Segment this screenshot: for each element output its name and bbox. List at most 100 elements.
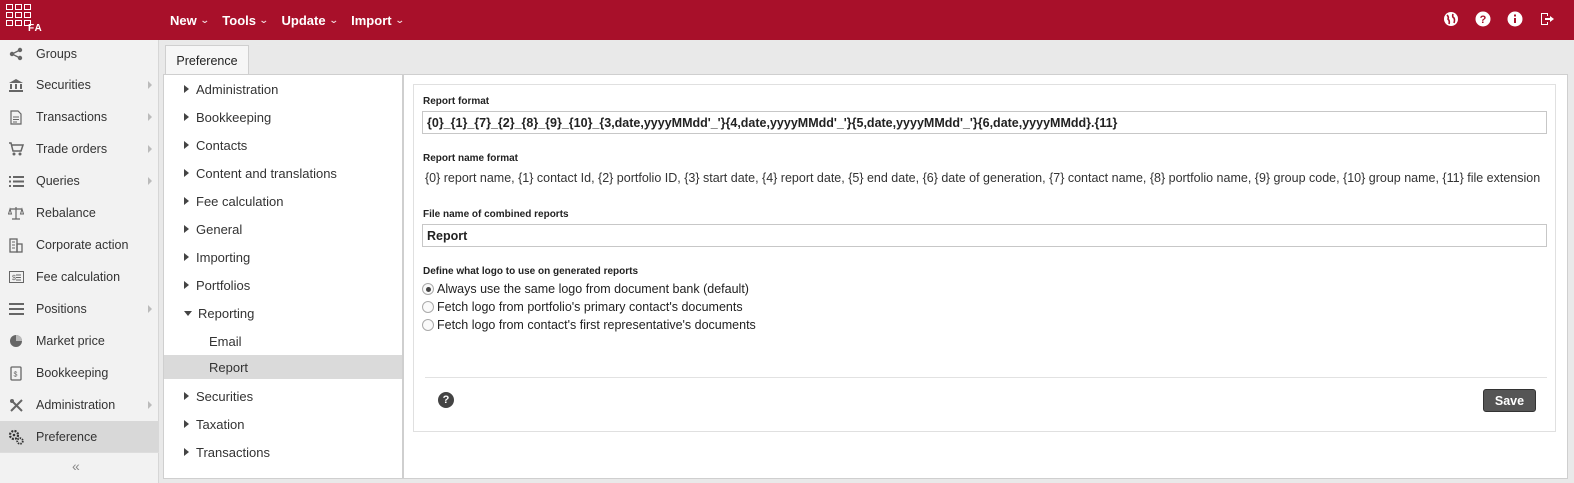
- submenu-arrow-icon: [148, 145, 152, 153]
- expand-arrow-icon: [184, 253, 189, 261]
- expand-arrow-icon: [184, 281, 189, 289]
- top-menu: New ⌄ Tools ⌄ Update ⌄ Import ⌄: [170, 0, 417, 40]
- globe-icon[interactable]: [1442, 10, 1460, 28]
- scale-icon: [8, 205, 24, 221]
- sidebar-item-label: Positions: [36, 302, 87, 316]
- sidebar-item-fee-calculation[interactable]: $ Fee calculation: [0, 261, 159, 293]
- sidebar-item-label: Transactions: [36, 110, 108, 124]
- expand-arrow-icon: [184, 225, 189, 233]
- expand-arrow-icon: [184, 85, 189, 93]
- tree-item-bookkeeping[interactable]: Bookkeeping: [164, 105, 402, 129]
- sidebar-divider: [0, 452, 159, 453]
- share-icon: [8, 46, 24, 62]
- report-settings-panel: Report format {0}_{1}_{7}_{2}_{8}_{9}_{1…: [413, 84, 1556, 432]
- sidebar-item-label: Rebalance: [36, 206, 96, 220]
- sidebar-item-market-price[interactable]: Market price: [0, 325, 159, 357]
- tab-preference[interactable]: Preference: [165, 45, 249, 75]
- tree-item-label: Contacts: [196, 137, 248, 153]
- logout-icon[interactable]: [1538, 10, 1556, 28]
- submenu-arrow-icon: [148, 177, 152, 185]
- report-name-format-label: Report name format: [423, 153, 519, 164]
- menu-tools-label: Tools: [222, 12, 256, 28]
- menu-new[interactable]: New ⌄: [170, 12, 209, 28]
- menu-new-label: New: [170, 12, 197, 28]
- tree-item-importing[interactable]: Importing: [164, 245, 402, 269]
- svg-text:$: $: [14, 371, 18, 378]
- cart-icon: [8, 141, 24, 157]
- menu-tools[interactable]: Tools ⌄: [222, 12, 269, 28]
- tree-item-content-and-translations[interactable]: Content and translations: [164, 161, 402, 185]
- sidebar-item-label: Market price: [36, 334, 105, 348]
- sidebar-item-rebalance[interactable]: Rebalance: [0, 197, 159, 229]
- tree-item-label: General: [196, 221, 243, 237]
- tree-item-label: Taxation: [196, 416, 245, 432]
- radio-unchecked-icon: [422, 319, 434, 331]
- preference-content: Administration Bookkeeping Contacts Cont…: [163, 74, 1568, 479]
- fa-logo[interactable]: FA: [6, 4, 42, 36]
- chevron-down-icon: ⌄: [328, 14, 339, 25]
- tree-item-email[interactable]: Email: [164, 329, 402, 353]
- tree-item-label: Portfolios: [196, 277, 251, 293]
- tree-item-label: Securities: [196, 388, 254, 404]
- tree-item-portfolios[interactable]: Portfolios: [164, 273, 402, 297]
- building-icon: [8, 237, 24, 253]
- sidebar-item-transactions[interactable]: Transactions: [0, 101, 159, 133]
- sidebar-item-positions[interactable]: Positions: [0, 293, 159, 325]
- sidebar-item-label: Groups: [36, 47, 77, 61]
- tree-item-reporting[interactable]: Reporting: [164, 301, 402, 325]
- tree-item-label: Administration: [196, 81, 279, 97]
- sidebar-item-label: Corporate action: [36, 238, 129, 252]
- sidebar-item-label: Fee calculation: [36, 270, 121, 284]
- sidebar-item-bookkeeping[interactable]: $ Bookkeeping: [0, 357, 159, 389]
- tree-item-securities[interactable]: Securities: [164, 384, 402, 408]
- info-icon[interactable]: [1506, 10, 1524, 28]
- submenu-arrow-icon: [148, 305, 152, 313]
- tree-item-label: Transactions: [196, 444, 270, 460]
- menu-import[interactable]: Import ⌄: [351, 13, 404, 28]
- sidebar-item-administration[interactable]: Administration: [0, 389, 159, 421]
- tree-item-label: Bookkeeping: [196, 109, 272, 125]
- sidebar-item-preference[interactable]: Preference: [0, 421, 159, 453]
- logo-option-label: Define what logo to use on generated rep…: [423, 266, 639, 277]
- panel-divider: [425, 377, 1547, 378]
- sidebar-item-label: Preference: [36, 430, 98, 444]
- combined-reports-input[interactable]: Report: [422, 224, 1547, 247]
- logo-option-document-bank[interactable]: Always use the same logo from document b…: [422, 282, 749, 296]
- tree-item-contacts[interactable]: Contacts: [164, 133, 402, 157]
- top-bar: FA New ⌄ Tools ⌄ Update ⌄ Import ⌄ ?: [0, 0, 1574, 40]
- logo-option-primary-contact[interactable]: Fetch logo from portfolio's primary cont…: [422, 300, 743, 314]
- tree-item-label: Importing: [196, 249, 251, 265]
- chevron-down-icon: ⌄: [258, 14, 269, 25]
- help-icon[interactable]: ?: [1474, 10, 1492, 28]
- logo-option-text: Always use the same logo from document b…: [437, 282, 749, 296]
- logo-option-text: Fetch logo from contact's first represen…: [437, 318, 756, 332]
- tree-item-general[interactable]: General: [164, 217, 402, 241]
- submenu-arrow-icon: [148, 401, 152, 409]
- sidebar-item-queries[interactable]: Queries: [0, 165, 159, 197]
- sidebar-item-corporate-action[interactable]: Corporate action: [0, 229, 159, 261]
- expand-arrow-icon: [184, 113, 189, 121]
- tree-item-administration[interactable]: Administration: [164, 77, 402, 101]
- tree-item-label: Email: [209, 333, 242, 349]
- save-button[interactable]: Save: [1483, 389, 1536, 412]
- sidebar-item-trade-orders[interactable]: Trade orders: [0, 133, 159, 165]
- menu-update[interactable]: Update ⌄: [282, 13, 339, 28]
- preference-tree: Administration Bookkeeping Contacts Cont…: [164, 75, 404, 478]
- document-icon: [8, 109, 24, 125]
- help-icon[interactable]: ?: [438, 392, 454, 408]
- gears-icon: [8, 429, 24, 445]
- report-format-input[interactable]: {0}_{1}_{7}_{2}_{8}_{9}_{10}_{3,date,yyy…: [422, 111, 1547, 134]
- tree-item-label: Report: [209, 359, 249, 375]
- sidebar-item-groups[interactable]: Groups: [0, 38, 159, 70]
- report-name-format-text: {0} report name, {1} contact Id, {2} por…: [425, 171, 1541, 185]
- tree-item-report[interactable]: Report: [164, 355, 402, 379]
- tree-item-taxation[interactable]: Taxation: [164, 412, 402, 436]
- logo-option-text: Fetch logo from portfolio's primary cont…: [437, 300, 743, 314]
- sidebar-item-securities[interactable]: Securities: [0, 69, 159, 101]
- tree-item-fee-calculation[interactable]: Fee calculation: [164, 189, 402, 213]
- logo-option-representative[interactable]: Fetch logo from contact's first represen…: [422, 318, 756, 332]
- collapse-sidebar-icon[interactable]: «: [72, 458, 80, 474]
- radio-unchecked-icon: [422, 301, 434, 313]
- list-icon: [8, 173, 24, 189]
- tree-item-transactions[interactable]: Transactions: [164, 440, 402, 464]
